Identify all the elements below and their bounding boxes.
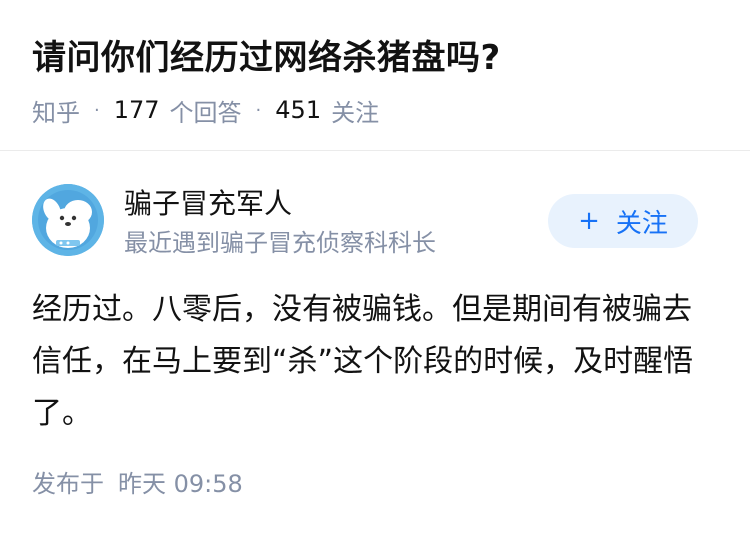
separator-dot: · — [94, 99, 100, 121]
follow-count-label: 关注 — [331, 98, 380, 127]
question-header: 请问你们经历过网络杀猪盘吗? 知乎 · 177 个回答 · 451 关注 — [0, 0, 750, 151]
follow-count: 451 — [275, 96, 322, 124]
cartoon-dog-avatar-icon — [32, 184, 104, 256]
published-label: 发布于 — [32, 470, 104, 498]
source-label[interactable]: 知乎 — [32, 93, 80, 128]
publish-time: 发布于 昨天 09:58 — [32, 464, 243, 504]
question-meta: 知乎 · 177 个回答 · 451 关注 — [32, 90, 379, 130]
answer-content[interactable]: 经历过。八零后，没有被骗钱。但是期间有被骗去信任，在马上要到“杀”这个阶段的时候… — [32, 284, 718, 440]
published-time-value: 昨天 09:58 — [118, 470, 243, 498]
answer-count-label[interactable]: 个回答 — [170, 93, 242, 128]
question-title[interactable]: 请问你们经历过网络杀猪盘吗? — [32, 34, 501, 82]
author-name[interactable]: 骗子冒充军人 — [124, 184, 292, 224]
plus-icon: + — [578, 206, 600, 236]
answer-count: 177 — [113, 96, 160, 124]
author-bio: 最近遇到骗子冒充侦察科科长 — [124, 229, 436, 257]
separator-dot: · — [255, 99, 262, 121]
author-row: 骗子冒充军人 最近遇到骗子冒充侦察科科长 + 关注 — [32, 180, 718, 270]
follow-button[interactable]: + 关注 — [548, 194, 698, 248]
follow-button-label: 关注 — [615, 208, 668, 239]
avatar[interactable] — [32, 184, 104, 256]
